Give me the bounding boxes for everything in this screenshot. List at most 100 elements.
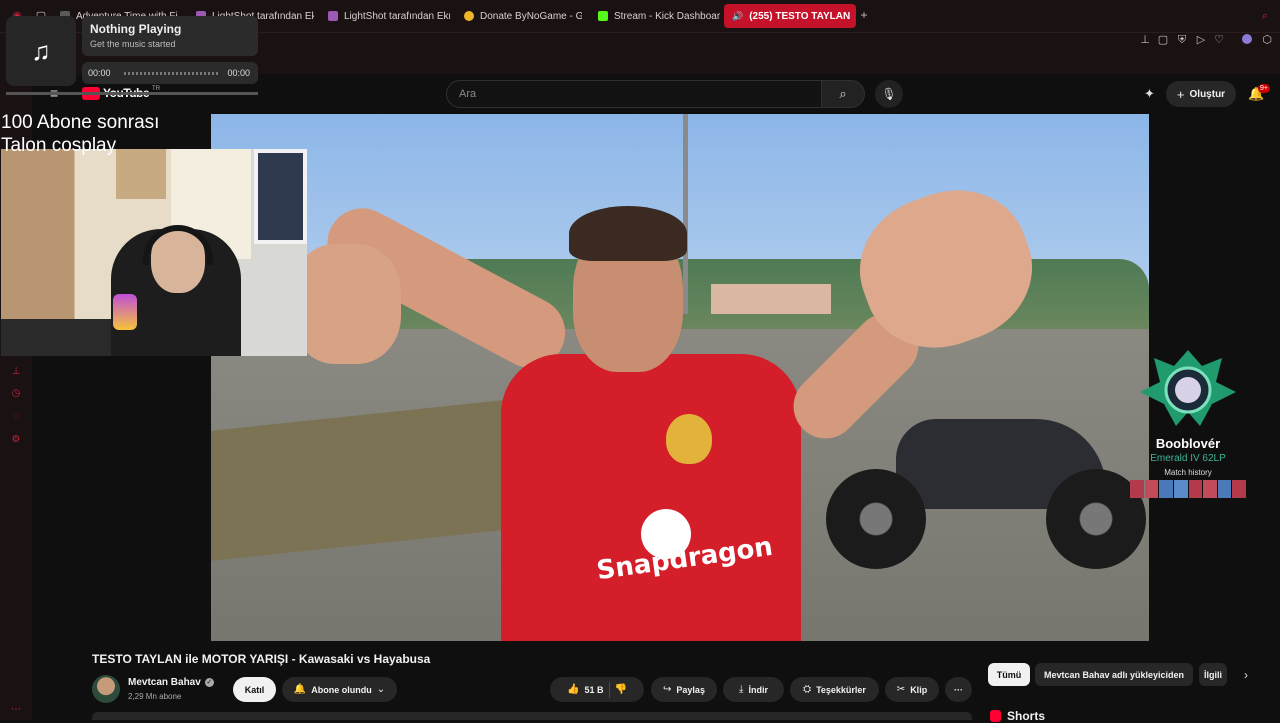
video-player[interactable]: Snapdragon	[211, 114, 1149, 641]
motorcycle-front-wheel	[826, 469, 926, 569]
match-history-entry	[1130, 480, 1144, 498]
video-frame-buildings	[711, 284, 831, 314]
chevron-right-icon[interactable]: ›	[1244, 668, 1256, 682]
share-icon: ↪	[663, 684, 672, 695]
notification-count-badge: 9+	[1258, 84, 1270, 93]
tab-favicon-icon	[328, 11, 338, 21]
dislike-icon[interactable]: 👎	[615, 684, 627, 695]
subscribed-button[interactable]: 🔔 Abone olundu ⌄	[282, 677, 397, 702]
create-button[interactable]: + Oluştur	[1166, 81, 1236, 107]
video-frame-pole	[683, 114, 688, 314]
like-dislike-group: 👍 51 B 👎	[550, 677, 644, 702]
match-history-entry	[1203, 480, 1217, 498]
match-history-label: Match history	[1164, 468, 1212, 477]
media-subtitle: Get the music started	[90, 39, 176, 49]
extension-icon[interactable]: ⬡	[1260, 33, 1274, 47]
download-button[interactable]: ⤓ İndir	[723, 677, 784, 702]
voice-search-button[interactable]: 🎙	[875, 80, 903, 108]
bookmark-icon[interactable]: ⊥	[10, 366, 22, 378]
media-info-card[interactable]: Nothing Playing Get the music started	[82, 16, 258, 56]
match-history-entry	[1232, 480, 1246, 498]
plus-icon: +	[1176, 86, 1185, 102]
scissors-icon: ✂	[896, 684, 906, 695]
match-history-entry	[1188, 480, 1203, 498]
channel-name[interactable]: Mevtcan Bahav ✓	[128, 677, 214, 688]
match-history-entry	[1159, 480, 1173, 498]
media-time-start: 00:00	[88, 68, 111, 78]
heart-icon[interactable]: ♡	[1212, 33, 1226, 47]
channel-avatar[interactable]	[92, 675, 120, 703]
video-frame-hair	[569, 206, 687, 261]
more-actions-button[interactable]: ···	[945, 677, 972, 702]
join-button[interactable]: Katıl	[233, 677, 276, 702]
sidebar-icon[interactable]: ▢	[1156, 33, 1170, 47]
clip-button[interactable]: ✂ Klip	[885, 677, 939, 702]
lol-rank-overlay: Booblovér Emerald IV 62LP Match history	[1130, 348, 1246, 500]
share-button[interactable]: ↪ Paylaş	[651, 677, 717, 702]
shorts-label: Shorts	[1007, 709, 1046, 723]
thanks-label: Teşekkürler	[816, 684, 866, 695]
match-history-entry	[1144, 480, 1159, 498]
download-label: İndir	[748, 684, 768, 695]
channel-subscriber-count: 2,29 Mn abone	[128, 692, 182, 701]
pin-icon[interactable]: ⊥	[1138, 33, 1152, 47]
clip-label: Klip	[910, 684, 928, 695]
summoner-name: Booblovér	[1155, 436, 1221, 451]
shorts-section-heading: Shorts	[990, 709, 1045, 723]
search-icon: ⌕	[839, 86, 847, 101]
tab-label: (255) TESTO TAYLAN	[749, 10, 851, 22]
tab-label: Stream - Kick Dashboard	[614, 10, 720, 22]
more-icon[interactable]: ⋯	[10, 704, 22, 716]
tab-youtube-active[interactable]: 🔊 (255) TESTO TAYLAN	[724, 4, 856, 28]
tab-favicon-icon	[464, 11, 474, 21]
shorts-icon	[990, 710, 1001, 722]
tab-lightshot-2[interactable]: LightShot tarafından Ekra	[320, 4, 450, 28]
webcam-overlay	[1, 149, 307, 356]
search-input[interactable]	[446, 80, 822, 108]
like-icon[interactable]: 👍	[567, 684, 579, 695]
tab-kick-dashboard[interactable]: Stream - Kick Dashboard	[590, 4, 720, 28]
match-history-entry	[1217, 480, 1232, 498]
stream-overlay-line2: Talon cosplay	[1, 135, 117, 156]
webcam-window	[254, 149, 307, 244]
video-title: TESTO TAYLAN ile MOTOR YARIŞI - Kawasaki…	[92, 652, 431, 666]
chip-from-uploader[interactable]: Mevtcan Bahav adlı yükleyiciden	[1035, 663, 1193, 686]
club-crest-icon	[666, 414, 712, 464]
like-count[interactable]: 51 B	[584, 685, 603, 695]
search-tabs-icon[interactable]: ⌕	[1258, 9, 1272, 23]
microphone-icon: 🎙	[881, 87, 897, 101]
like-divider	[608, 681, 610, 698]
microphone-icon	[113, 294, 137, 330]
stream-overlay-line1: 100 Abone sonrası	[1, 112, 160, 133]
shield-icon[interactable]: ⛨	[1175, 33, 1189, 47]
webcam-desk	[1, 319, 111, 356]
create-label: Oluştur	[1189, 88, 1226, 100]
verified-icon: ✓	[204, 678, 214, 687]
chip-related[interactable]: İlgili	[1199, 663, 1227, 686]
media-icon[interactable]: ▷	[1194, 33, 1208, 47]
media-seek-track[interactable]	[124, 72, 218, 75]
stream-overlay-text: 100 Abone sonrası Talon cosplay	[1, 111, 159, 157]
media-progress-bar[interactable]: 00:00 00:00	[82, 62, 258, 84]
cast-icon[interactable]: ✦	[1144, 86, 1160, 102]
speaker-icon: 🔊	[732, 10, 744, 21]
match-history-strip	[1130, 480, 1246, 498]
profile-avatar[interactable]	[1242, 34, 1252, 44]
super-thanks-icon: ⛭	[803, 684, 812, 695]
chip-all[interactable]: Tümü	[988, 663, 1030, 686]
kick-logo-icon	[598, 11, 608, 21]
summoner-rank: Emerald IV 62LP	[1150, 453, 1226, 464]
emerald-rank-emblem-icon	[1140, 350, 1236, 426]
search-button[interactable]: ⌕	[821, 80, 865, 108]
history-icon[interactable]: ◷	[10, 388, 22, 400]
chat-icon[interactable]: ◌	[10, 411, 22, 423]
video-description-box[interactable]	[92, 712, 972, 720]
thanks-button[interactable]: ⛭ Teşekkürler	[790, 677, 879, 702]
subscribed-label: Abone olundu	[311, 684, 372, 695]
media-popup: ♫ Nothing Playing Get the music started …	[6, 16, 258, 96]
tab-label: Donate ByNoGame - Gele	[480, 10, 582, 22]
media-timer-bar	[6, 92, 258, 95]
new-tab-button[interactable]: +	[858, 9, 870, 21]
tab-donate[interactable]: Donate ByNoGame - Gele	[456, 4, 582, 28]
settings-icon[interactable]: ⚙	[10, 434, 22, 446]
